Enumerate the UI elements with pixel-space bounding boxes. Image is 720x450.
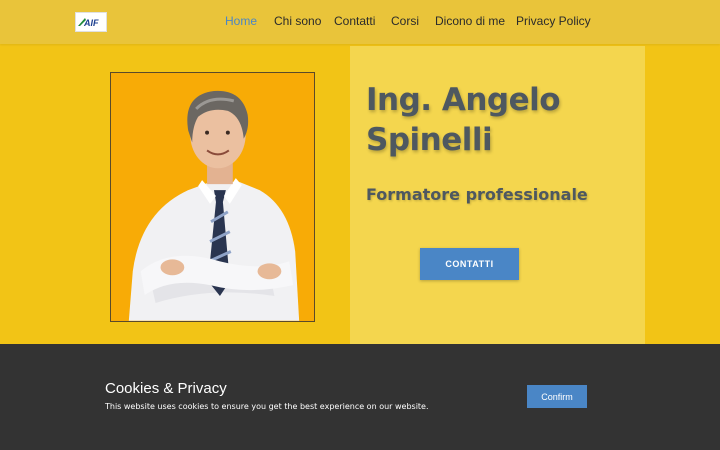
svg-text:AIF: AIF (83, 18, 99, 28)
contatti-button[interactable]: CONTATTI (420, 248, 519, 280)
cookie-confirm-button[interactable]: Confirm (527, 385, 587, 408)
aif-logo[interactable]: AIF (75, 12, 107, 32)
site-header: AIF Home Chi sono Contatti Corsi Dicono … (0, 0, 720, 44)
cookie-banner-text: This website uses cookies to ensure you … (105, 402, 429, 411)
nav-dicono-di-me[interactable]: Dicono di me (435, 14, 505, 28)
hero-title: Ing. Angelo Spinelli (366, 82, 561, 158)
nav-chi-sono[interactable]: Chi sono (274, 14, 321, 28)
cookie-banner-title: Cookies & Privacy (105, 380, 227, 397)
nav-contatti[interactable]: Contatti (334, 14, 375, 28)
nav-privacy-policy[interactable]: Privacy Policy (516, 14, 591, 28)
nav-home[interactable]: Home (225, 14, 257, 28)
cookie-banner: Cookies & Privacy This website uses cook… (0, 344, 720, 450)
profile-photo (110, 72, 315, 322)
aif-logo-icon: AIF (76, 13, 106, 31)
nav-corsi[interactable]: Corsi (391, 14, 419, 28)
hero-subtitle: Formatore professionale (366, 185, 588, 204)
portrait-photo-icon (111, 73, 314, 321)
